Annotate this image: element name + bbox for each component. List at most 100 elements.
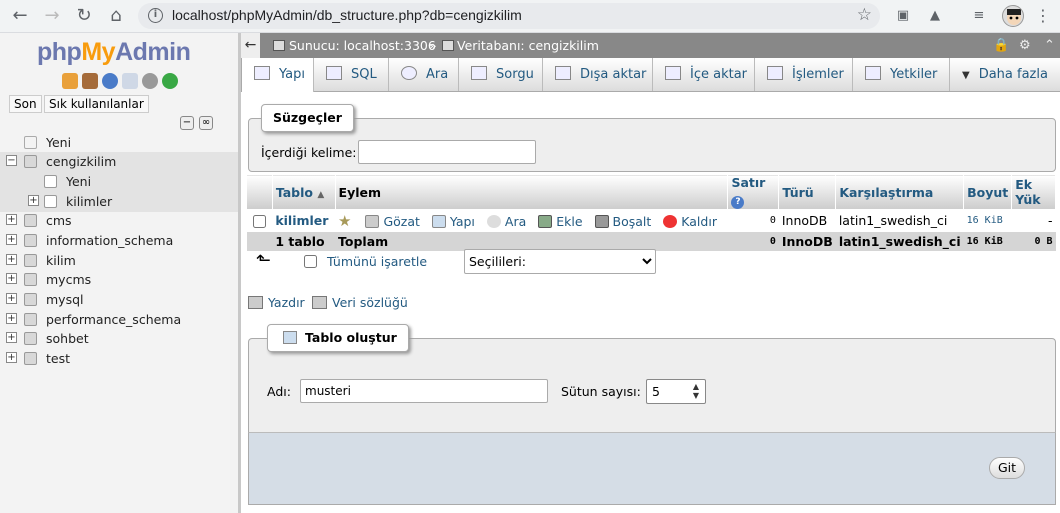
tab-more[interactable]: ▼ Daha fazla xyxy=(950,58,1060,91)
expand-icon[interactable]: + xyxy=(6,234,17,245)
tree-label[interactable]: kilim xyxy=(46,253,76,268)
collapse-top-icon[interactable]: ⌃ xyxy=(1044,38,1055,53)
tree-item-mycms[interactable]: + mycms xyxy=(0,270,238,290)
tree-label[interactable]: mycms xyxy=(46,272,91,287)
tree-item-information-schema[interactable]: + information_schema xyxy=(0,231,238,251)
tree-label[interactable]: kilimler xyxy=(66,194,112,209)
go-button[interactable]: Git xyxy=(989,457,1026,479)
reading-list-icon[interactable]: ≡ xyxy=(970,7,988,25)
header-type[interactable]: Türü xyxy=(778,174,837,210)
url-text[interactable]: localhost/phpMyAdmin/db_structure.php?db… xyxy=(172,7,522,23)
tab-privileges[interactable]: Yetkiler xyxy=(853,58,950,91)
header-size[interactable]: Boyut xyxy=(963,174,1013,210)
row-checkbox[interactable] xyxy=(252,215,266,229)
table-name-link[interactable]: kilimler xyxy=(272,209,336,232)
collapse-icon[interactable]: − xyxy=(6,155,17,166)
expand-icon[interactable]: + xyxy=(6,352,17,363)
lock-icon[interactable]: 🔒 xyxy=(993,38,1009,53)
expand-icon[interactable]: + xyxy=(6,313,17,324)
collapse-all-icon[interactable]: − xyxy=(180,116,194,130)
header-table[interactable]: Tablo ▲ xyxy=(271,174,336,210)
menu-dots-icon[interactable]: ⋮ xyxy=(1034,7,1052,25)
help-icon[interactable]: ? xyxy=(731,196,745,209)
expand-icon[interactable]: + xyxy=(6,273,17,284)
data-dictionary-link[interactable]: Veri sözlüğü xyxy=(332,295,408,310)
expand-icon[interactable]: + xyxy=(28,195,39,206)
tree-label[interactable]: performance_schema xyxy=(46,312,181,327)
tree-item-performance-schema[interactable]: + performance_schema xyxy=(0,310,238,330)
breadcrumb-server[interactable]: Sunucu: localhost:3306 xyxy=(289,38,436,53)
info-icon[interactable]: i xyxy=(148,8,163,23)
tab-structure[interactable]: Yapı xyxy=(241,58,314,93)
tab-operations[interactable]: İşlemler xyxy=(755,58,853,91)
link-icon[interactable]: ∞ xyxy=(199,116,213,130)
forward-arrow-icon[interactable]: → xyxy=(40,4,64,28)
browse-action[interactable]: Gözat xyxy=(365,214,420,229)
settings-gear-icon[interactable] xyxy=(142,73,158,89)
header-collation[interactable]: Karşılaştırma xyxy=(835,174,965,210)
phpmyadmin-logo[interactable]: phpMyAdmin xyxy=(37,38,191,67)
tab-sql[interactable]: SQL xyxy=(314,58,389,91)
tree-item-sohbet[interactable]: + sohbet xyxy=(0,329,238,349)
tree-label[interactable]: sohbet xyxy=(46,331,89,346)
reload-icon[interactable]: ↻ xyxy=(72,4,96,28)
tree-item-new-table[interactable]: Yeni xyxy=(0,172,238,192)
tree-label[interactable]: information_schema xyxy=(46,233,173,248)
search-action[interactable]: Ara xyxy=(486,214,526,229)
docs-icon[interactable] xyxy=(122,73,138,89)
tab-query[interactable]: Sorgu xyxy=(459,58,543,91)
spinner-arrows-icon[interactable]: ▲ ▼ xyxy=(693,382,699,400)
tab-import[interactable]: İçe aktar xyxy=(653,58,755,91)
filter-input[interactable] xyxy=(358,140,536,164)
tree-label[interactable]: Yeni xyxy=(66,174,91,189)
expand-icon[interactable]: + xyxy=(6,293,17,304)
tree-item-cengizkilim[interactable]: − cengizkilim xyxy=(0,152,238,172)
with-selected-select[interactable]: Seçilileri: xyxy=(464,249,656,274)
profile-avatar[interactable] xyxy=(1002,5,1024,27)
drop-action[interactable]: Kaldır xyxy=(663,214,717,229)
tree-item-mysql[interactable]: + mysql xyxy=(0,290,238,310)
help-icon[interactable] xyxy=(102,73,118,89)
refresh-icon[interactable] xyxy=(162,73,178,89)
extension-icon[interactable]: ▣ xyxy=(894,7,912,25)
tree-label[interactable]: mysql xyxy=(46,292,84,307)
print-link[interactable]: Yazdır xyxy=(268,295,305,310)
expand-icon[interactable]: + xyxy=(6,214,17,225)
tree-label[interactable]: test xyxy=(46,351,70,366)
tree-item-test[interactable]: + test xyxy=(0,349,238,369)
tree-label[interactable]: cms xyxy=(46,213,72,228)
breadcrumb-database[interactable]: Veritabanı: cengizkilim xyxy=(457,38,599,53)
home-icon[interactable] xyxy=(62,73,78,89)
tree-item-kilim[interactable]: + kilim xyxy=(0,251,238,271)
tree-item-cms[interactable]: + cms xyxy=(0,211,238,231)
expand-icon[interactable]: + xyxy=(6,254,17,265)
insert-action[interactable]: Ekle xyxy=(538,214,583,229)
back-arrow-icon[interactable]: ← xyxy=(8,4,32,28)
home-icon[interactable]: ⌂ xyxy=(104,4,128,28)
check-all-checkbox[interactable] xyxy=(304,255,317,268)
tree-item-kilimler[interactable]: + kilimler xyxy=(0,192,238,212)
check-all-label[interactable]: Tümünü işaretle xyxy=(327,254,427,269)
drive-icon[interactable]: ▲ xyxy=(926,7,944,25)
tab-export[interactable]: Dışa aktar xyxy=(543,58,653,91)
tab-search[interactable]: Ara xyxy=(389,58,459,91)
table-name-input[interactable] xyxy=(300,379,548,403)
collapse-panel-icon[interactable]: ← xyxy=(241,33,261,58)
recent-tab[interactable]: Son xyxy=(9,95,42,113)
favorites-tab[interactable]: Sık kullanılanlar xyxy=(44,95,149,113)
address-bar[interactable]: i localhost/phpMyAdmin/db_structure.php?… xyxy=(138,3,880,29)
column-count-value[interactable]: 5 xyxy=(652,384,660,399)
favorite-star-icon[interactable]: ★ xyxy=(338,212,351,230)
header-overhead[interactable]: Ek Yük xyxy=(1011,174,1056,210)
expand-icon[interactable]: + xyxy=(6,332,17,343)
exit-icon[interactable] xyxy=(82,73,98,89)
structure-action[interactable]: Yapı xyxy=(431,214,475,229)
settings-gear-icon[interactable]: ⚙ xyxy=(1019,38,1031,53)
tree-label[interactable]: Yeni xyxy=(46,135,71,150)
tree-item-new[interactable]: Yeni xyxy=(0,133,238,153)
tree-label[interactable]: cengizkilim xyxy=(46,154,116,169)
size-value[interactable]: 16 KiB xyxy=(963,209,1012,232)
bookmark-star-icon[interactable]: ☆ xyxy=(857,5,872,25)
empty-action[interactable]: Boşalt xyxy=(594,214,651,229)
header-rows[interactable]: Satır ? xyxy=(727,174,780,210)
